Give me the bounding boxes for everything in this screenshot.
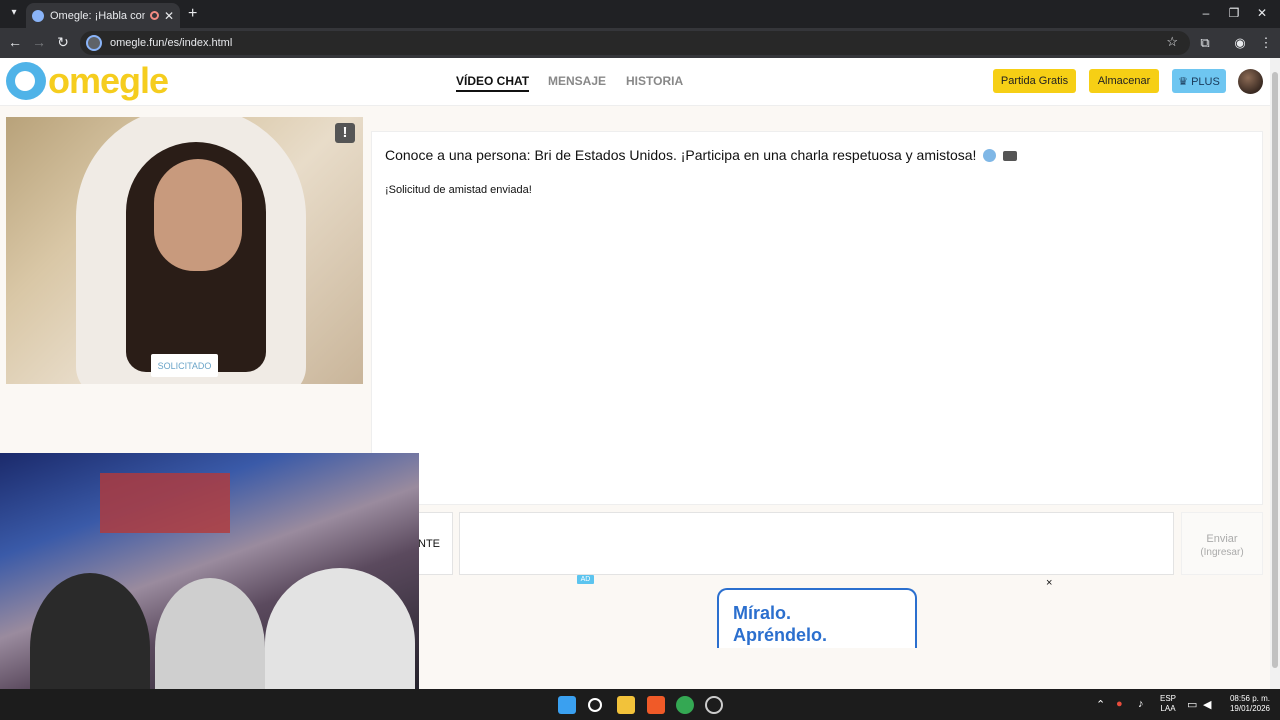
streamer-webcam-overlay: [0, 453, 419, 689]
nav-video-chat[interactable]: VÍDEO CHAT: [456, 74, 530, 92]
ad-line-1: Míralo.: [733, 603, 792, 623]
wall-poster: [100, 473, 230, 533]
search-icon[interactable]: [588, 698, 602, 712]
chat-status-message: ¡Solicitud de amistad enviada!: [385, 184, 532, 196]
plus-button[interactable]: ♛ PLUS: [1172, 69, 1226, 93]
profile-icon[interactable]: ◉: [1232, 35, 1248, 51]
back-arrow-icon[interactable]: ←: [6, 34, 24, 50]
start-icon[interactable]: [558, 696, 576, 714]
ad-badge: AD: [577, 575, 594, 584]
logo-mark-icon: [6, 62, 46, 100]
tray-app-icon[interactable]: ●: [1116, 698, 1123, 710]
camera-icon: [1003, 151, 1018, 161]
microphone-icon[interactable]: ♪: [1138, 698, 1144, 710]
brave-icon[interactable]: [647, 696, 665, 714]
globe-icon: [983, 149, 997, 162]
send-label: Enviar: [1206, 533, 1238, 545]
new-tab-button[interactable]: +: [188, 5, 197, 23]
person-1: [30, 573, 150, 689]
avatar[interactable]: [1238, 69, 1263, 94]
clock-time: 08:56 p. m.: [1229, 694, 1270, 703]
chat-intro: Conoce a una persona: Bri de Estados Uni…: [385, 147, 1018, 163]
person-3: [265, 568, 415, 689]
keyboard-layout: LAA: [1160, 704, 1176, 713]
close-tab-icon[interactable]: ✕: [164, 9, 174, 23]
reload-icon[interactable]: ↻: [54, 34, 72, 51]
site-info-icon[interactable]: [86, 35, 102, 51]
menu-dots-icon[interactable]: ⋮: [1258, 35, 1274, 51]
tab-search-icon[interactable]: ▾: [6, 7, 22, 23]
restore-icon[interactable]: ❐: [1224, 6, 1244, 20]
remote-video-face: [154, 159, 242, 271]
requested-button[interactable]: SOLICITADO: [151, 354, 218, 377]
obs-icon[interactable]: [705, 696, 723, 714]
volume-icon[interactable]: ◀: [1203, 698, 1211, 711]
send-hint: (Ingresar): [1200, 547, 1244, 558]
file-explorer-icon[interactable]: [617, 696, 635, 714]
store-button[interactable]: Almacenar: [1089, 69, 1159, 93]
site-favicon-icon: [32, 9, 44, 22]
report-button[interactable]: !: [335, 123, 355, 143]
send-button[interactable]: Enviar (Ingresar): [1181, 512, 1263, 575]
remote-video: ! SOLICITADO: [6, 117, 363, 384]
ad-banner[interactable]: Míralo. Apréndelo.: [717, 588, 917, 648]
language-indicator[interactable]: ESP LAA: [1158, 694, 1178, 714]
logo-text: omegle: [48, 60, 169, 101]
nav-message[interactable]: MENSAJE: [548, 74, 606, 88]
extensions-icon[interactable]: ⧉: [1197, 35, 1213, 51]
chrome-icon[interactable]: [676, 696, 694, 714]
person-2: [155, 578, 265, 689]
omegle-page: omegle VÍDEO CHAT MENSAJE HISTORIA Parti…: [0, 58, 1270, 689]
close-window-icon[interactable]: ✕: [1252, 6, 1272, 20]
clock-date: 19/01/2026: [1229, 704, 1270, 713]
clock[interactable]: 08:56 p. m. 19/01/2026: [1222, 694, 1270, 714]
language-code: ESP: [1159, 694, 1176, 703]
ad-close-icon[interactable]: ×: [1046, 577, 1052, 589]
nav-history[interactable]: HISTORIA: [626, 74, 683, 88]
scrollbar-thumb[interactable]: [1272, 72, 1278, 668]
address-url[interactable]: omegle.fun/es/index.html: [110, 37, 232, 49]
minimize-icon[interactable]: –: [1196, 6, 1216, 20]
chat-log: Conoce a una persona: Bri de Estados Uni…: [371, 131, 1263, 505]
network-icon[interactable]: ▭: [1187, 698, 1197, 711]
omegle-logo[interactable]: omegle: [6, 60, 169, 101]
tray-expand-icon[interactable]: ⌃: [1096, 698, 1105, 711]
bookmark-star-icon[interactable]: ☆: [1166, 34, 1178, 50]
recording-icon: [149, 11, 159, 20]
chat-intro-text: Conoce a una persona: Bri de Estados Uni…: [385, 147, 977, 163]
site-header: omegle VÍDEO CHAT MENSAJE HISTORIA Parti…: [0, 58, 1270, 106]
browser-toolbar: ← → ↻ omegle.fun/es/index.html ☆ ⧉ ◉ ⋮: [0, 28, 1280, 58]
free-match-button[interactable]: Partida Gratis: [993, 69, 1076, 93]
address-bar[interactable]: omegle.fun/es/index.html ☆: [80, 31, 1190, 55]
browser-tab[interactable]: Omegle: ¡Habla con Descon ✕: [26, 3, 180, 28]
forward-arrow-icon[interactable]: →: [30, 34, 48, 50]
message-input[interactable]: [459, 512, 1174, 575]
tab-title: Omegle: ¡Habla con Descon: [50, 9, 145, 22]
page-scrollbar[interactable]: [1270, 58, 1280, 689]
tab-strip: ▾ Omegle: ¡Habla con Descon ✕ + – ❐ ✕: [0, 0, 1280, 28]
ad-line-2: Apréndelo.: [733, 625, 828, 645]
windows-taskbar: ⌃ ● ♪ ESP LAA ▭ ◀ 08:56 p. m. 19/01/2026: [0, 689, 1280, 720]
